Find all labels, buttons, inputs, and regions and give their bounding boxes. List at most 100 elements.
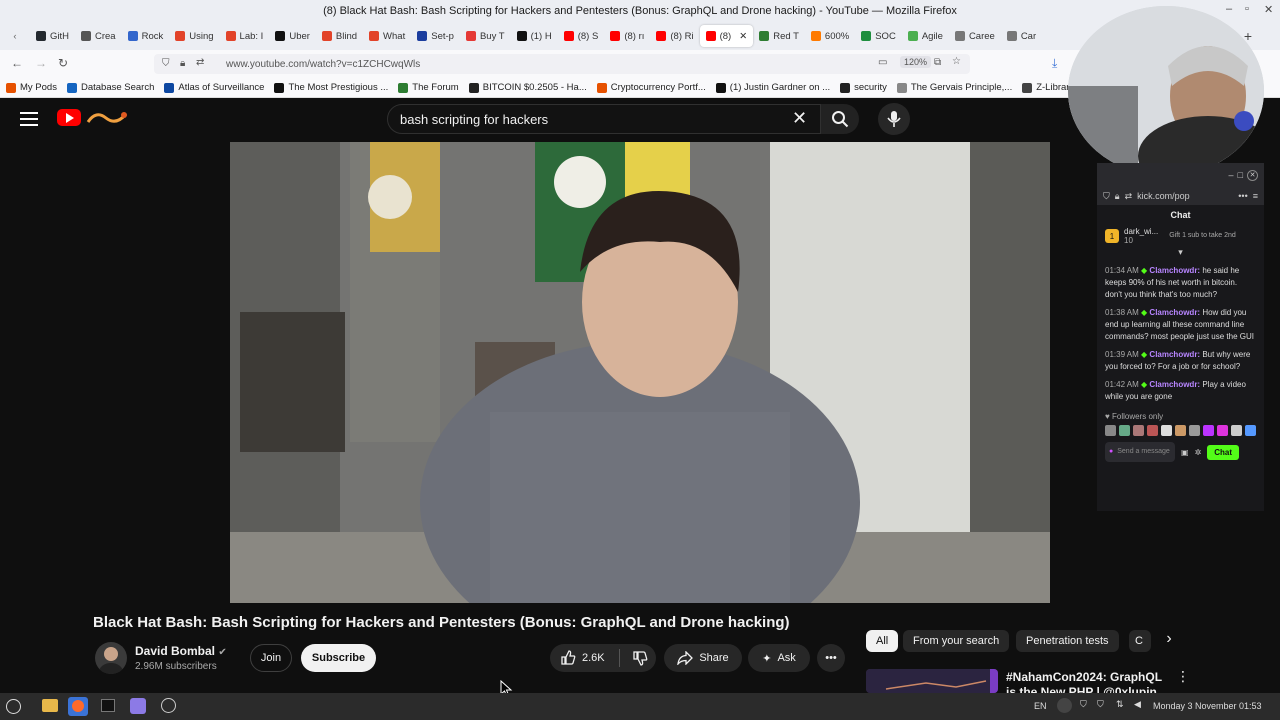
bookmark-item[interactable]: security (840, 82, 887, 93)
settings-icon[interactable] (161, 698, 176, 713)
tab-10[interactable]: (1) H (511, 25, 558, 47)
chat-message-user[interactable]: Clamchowdr: (1149, 308, 1200, 317)
shield-tray-icon[interactable]: ⛉ (1080, 699, 1087, 710)
youtube-logo[interactable] (57, 109, 81, 126)
emote-icon[interactable] (1245, 425, 1256, 436)
bookmark-item[interactable]: My Pods (6, 82, 57, 93)
reload-icon[interactable]: ↻ (58, 56, 68, 70)
emote-icon[interactable] (1147, 425, 1158, 436)
tab-20[interactable]: Car (1001, 25, 1042, 47)
more-icon[interactable]: ••• (1238, 191, 1247, 201)
subscribe-button[interactable]: Subscribe (301, 644, 376, 672)
text-editor-icon[interactable] (130, 698, 146, 714)
chat-message-user[interactable]: Clamchowdr: (1149, 350, 1200, 359)
popup-maximize-icon[interactable]: □ (1238, 170, 1243, 180)
maximize-icon[interactable]: ▫ (1245, 3, 1249, 15)
tab-9[interactable]: Buy T (460, 25, 511, 47)
popup-address-bar[interactable]: ⛉ 🔒︎ ⇄ kick.com/pop ••• ≡ (1097, 187, 1264, 205)
settings-icon[interactable]: ✲ (1195, 448, 1202, 457)
recommended-thumbnail[interactable] (866, 669, 998, 693)
bookmark-item[interactable]: The Forum (398, 82, 459, 93)
join-button[interactable]: Join (250, 644, 292, 672)
network-icon[interactable]: ⇅ (1116, 699, 1124, 710)
reader-icon[interactable]: ▭ (878, 57, 887, 68)
channel-name[interactable]: David Bombal (135, 644, 215, 658)
translate-icon[interactable]: ⧉ (934, 57, 941, 68)
permissions-icon[interactable]: ⇄ (196, 57, 204, 68)
vpn-icon[interactable] (1057, 698, 1072, 713)
bookmark-item[interactable]: The Gervais Principle,... (896, 82, 1012, 93)
popup-close-icon[interactable]: ✕ (1247, 169, 1258, 181)
ask-button[interactable]: ✦ Ask (748, 644, 810, 672)
menu-icon[interactable] (20, 112, 38, 126)
tab-11[interactable]: (8) S (558, 25, 605, 47)
search-input[interactable]: bash scripting for hackers (387, 104, 821, 134)
lock-icon[interactable]: 🔒︎ (180, 58, 185, 69)
bookmark-star-icon[interactable]: ☆ (952, 56, 961, 67)
more-actions-button[interactable]: ••• (817, 644, 845, 672)
tab-5[interactable]: Uber (269, 25, 316, 47)
emote-icon[interactable] (1231, 425, 1242, 436)
emote-icon[interactable] (1175, 425, 1186, 436)
keyboard-layout[interactable]: EN (1034, 701, 1047, 711)
channel-avatar[interactable] (95, 642, 127, 674)
tab-13[interactable]: (8) Ri (650, 25, 699, 47)
clock[interactable]: Monday 3 November 01:53 (1153, 701, 1262, 711)
close-window-icon[interactable]: ✕ (1264, 3, 1273, 16)
tab-19[interactable]: Caree (949, 25, 1001, 47)
tab-3[interactable]: Using (169, 25, 219, 47)
tab-6[interactable]: Blind (316, 25, 363, 47)
emote-icon[interactable] (1105, 425, 1116, 436)
tab-15[interactable]: Red T (753, 25, 805, 47)
tab-8[interactable]: Set-p (411, 25, 460, 47)
tab-7[interactable]: What (363, 25, 411, 47)
shield-icon[interactable]: ⛉ (162, 58, 170, 69)
tab-18[interactable]: Agile (902, 25, 949, 47)
tab-1[interactable]: Crea (75, 25, 122, 47)
channel-name-row[interactable]: David Bombal ✔︎ (135, 644, 227, 658)
thumbs-down-icon[interactable] (632, 650, 648, 666)
close-tab-icon[interactable]: ✕ (739, 31, 747, 42)
bookmark-item[interactable]: The Most Prestigious ... (274, 82, 388, 93)
back-icon[interactable]: ← (11, 56, 23, 70)
tab-14[interactable]: (8) ✕ (699, 25, 754, 47)
tab-12[interactable]: (8) rı (604, 25, 650, 47)
bookmark-item[interactable]: BITCOIN $0.2505 - Ha... (468, 82, 587, 93)
firefox-taskbar-button[interactable] (68, 697, 88, 716)
chat-send-button[interactable]: Chat (1207, 444, 1240, 460)
menu-icon[interactable]: ≡ (1253, 191, 1258, 201)
tab-2[interactable]: Rock (122, 25, 170, 47)
emote-icon[interactable] (1161, 425, 1172, 436)
emote-icon[interactable] (1217, 425, 1228, 436)
chip-all[interactable]: All (866, 630, 899, 652)
bookmark-item[interactable]: (1) Justin Gardner on ... (715, 82, 830, 93)
doodle-icon[interactable] (84, 108, 134, 128)
update-icon[interactable]: ⛉ (1097, 699, 1104, 710)
minimize-icon[interactable]: – (1226, 3, 1232, 15)
chat-message-user[interactable]: Clamchowdr: (1149, 266, 1200, 275)
address-bar[interactable]: ⛉ 🔒︎ ⇄ www.youtube.com/watch?v=c1ZCHCwqW… (154, 54, 970, 74)
popup-minimize-icon[interactable]: – (1229, 170, 1234, 180)
collapse-chevron-icon[interactable]: ▾ (1097, 247, 1264, 258)
bookmark-item[interactable]: Database Search (66, 82, 154, 93)
download-icon[interactable]: ⤓ (1052, 56, 1057, 71)
gift-icon[interactable]: ▣ (1181, 448, 1189, 457)
tab-overflow-icon[interactable]: ‹ (0, 31, 30, 42)
recommended-menu-icon[interactable]: ⋮ (1176, 668, 1190, 685)
volume-icon[interactable]: ◀︎ (1134, 699, 1141, 710)
chip-penetration-tests[interactable]: Penetration tests (1016, 630, 1119, 652)
tab-4[interactable]: Lab: I (220, 25, 270, 47)
emote-icon[interactable] (1119, 425, 1130, 436)
tab-16[interactable]: 600% (805, 25, 855, 47)
bookmark-item[interactable]: Atlas of Surveillance (164, 82, 264, 93)
bookmark-item[interactable]: Cryptocurrency Portf... (596, 82, 706, 93)
recommended-title[interactable]: #NahamCon2024: GraphQL is the New PHP | … (1006, 670, 1166, 693)
chips-next-icon[interactable]: › (1158, 630, 1180, 652)
chat-input[interactable]: ● Send a message (1105, 442, 1175, 462)
pinned-gifter[interactable]: 1 dark_wi... 10 Gift 1 sub to take 2nd (1097, 225, 1264, 247)
chip-partial[interactable]: C (1129, 630, 1151, 652)
voice-search-button[interactable] (878, 103, 910, 135)
chat-message-user[interactable]: Clamchowdr: (1149, 380, 1200, 389)
terminal-icon[interactable] (101, 699, 115, 712)
folder-icon[interactable] (42, 699, 58, 712)
